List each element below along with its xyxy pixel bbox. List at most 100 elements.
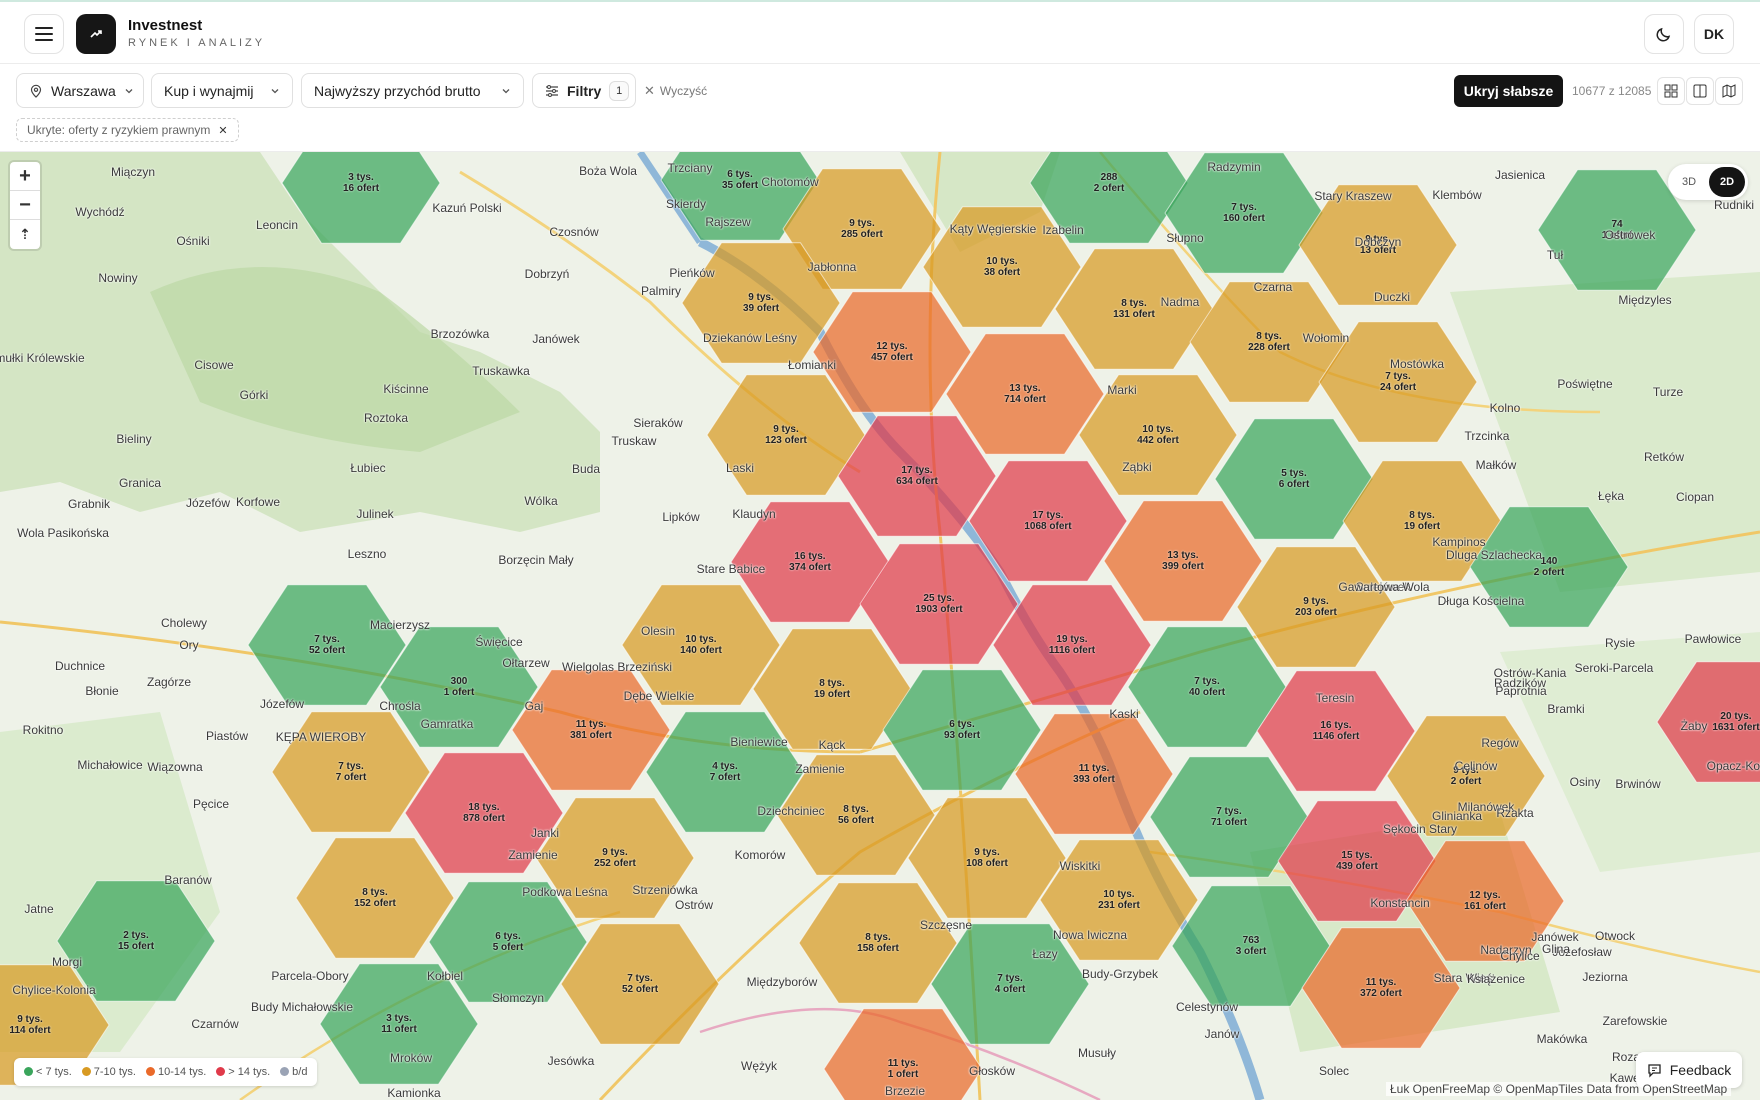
place-label: Łomianki bbox=[787, 358, 837, 372]
hex-price: 288 bbox=[1100, 172, 1118, 183]
hex-offers: 52 ofert bbox=[621, 984, 659, 995]
place-label: Michałowice bbox=[77, 758, 143, 772]
place-label: Jabłonna bbox=[807, 260, 857, 274]
map-view-button[interactable] bbox=[1715, 77, 1743, 105]
theme-toggle-button[interactable] bbox=[1644, 14, 1684, 54]
hex-cell-label: 8 tys. 56 ofert bbox=[838, 804, 874, 826]
place-label: Brwinów bbox=[1615, 777, 1661, 791]
hex-price: 10 tys. bbox=[1103, 889, 1135, 900]
hide-weaker-button[interactable]: Ukryj słabsze bbox=[1454, 75, 1563, 107]
hex-price: 7 tys. bbox=[1385, 371, 1411, 382]
hex-cell-label: 8 tys. 131 ofert bbox=[1113, 298, 1155, 320]
hex-offers: 19 ofert bbox=[813, 689, 851, 700]
hex-price: 7 tys. bbox=[1216, 806, 1242, 817]
hex-offers: 152 ofert bbox=[354, 898, 396, 909]
hex-offers: 71 ofert bbox=[1210, 817, 1248, 828]
hex-cell-label: 10 tys. 231 ofert bbox=[1098, 889, 1140, 911]
legend-label: 10-14 tys. bbox=[157, 1066, 207, 1078]
city-select[interactable]: Warszawa bbox=[16, 73, 144, 108]
hex-offers: 161 ofert bbox=[1464, 901, 1506, 912]
menu-button[interactable] bbox=[24, 14, 64, 54]
result-count: 10677 z 12085 bbox=[1572, 84, 1652, 98]
filters-button[interactable]: Filtry 1 bbox=[532, 73, 636, 108]
hex-cell-label: 8 tys. 152 ofert bbox=[354, 887, 396, 909]
hex-offers: 52 ofert bbox=[308, 645, 346, 656]
map-attribution[interactable]: Łuk OpenFreeMap © OpenMapTiles Data from… bbox=[1386, 1082, 1732, 1096]
hex-offers: 1903 ofert bbox=[915, 604, 963, 615]
legend-item: > 14 tys. bbox=[216, 1066, 270, 1078]
hex-cell-label: 7 tys. 4 ofert bbox=[995, 973, 1026, 995]
hex-cell-label: 11 tys. 372 ofert bbox=[1360, 977, 1402, 999]
mode-3d-button[interactable]: 3D bbox=[1671, 167, 1707, 197]
place-label: Tuł bbox=[1546, 248, 1564, 262]
compass-button[interactable]: ⇡ bbox=[10, 220, 40, 249]
zoom-out-button[interactable]: − bbox=[10, 191, 40, 220]
hex-offers: 24 ofert bbox=[1379, 382, 1417, 393]
place-label: Granica bbox=[118, 476, 162, 490]
hex-price: 17 tys. bbox=[901, 465, 933, 476]
place-label: Ząbki bbox=[1122, 460, 1152, 474]
place-label: Kamionka bbox=[387, 1086, 441, 1100]
place-label: Kampinos bbox=[1432, 535, 1486, 549]
place-label: Klaudyn bbox=[732, 507, 776, 521]
place-label: Ciopan bbox=[1675, 490, 1715, 504]
place-label: Wólka bbox=[524, 494, 558, 508]
hidden-filter-chip[interactable]: Ukryte: oferty z ryzykiem prawnym ✕ bbox=[16, 118, 239, 142]
hex-offers: 203 ofert bbox=[1295, 607, 1337, 618]
hex-offers: 439 ofert bbox=[1336, 861, 1378, 872]
place-label: Roztoka bbox=[363, 411, 409, 425]
strategy-select-value: Kup i wynajmij bbox=[164, 82, 254, 99]
place-label: Palmiry bbox=[640, 284, 682, 298]
place-label: Komorów bbox=[734, 848, 786, 862]
feedback-label: Feedback bbox=[1669, 1062, 1732, 1078]
place-label: Ostrów-Kania bbox=[1493, 666, 1567, 680]
place-label: Stary Kraszew bbox=[1314, 189, 1392, 203]
hex-price: 11 tys. bbox=[1078, 763, 1110, 774]
hex-offers: 140 ofert bbox=[680, 645, 722, 656]
hex-offers: 15 ofert bbox=[117, 941, 155, 952]
app-logo[interactable] bbox=[76, 14, 116, 54]
hex-offers: 285 ofert bbox=[841, 229, 883, 240]
place-label: Paprotnia bbox=[1495, 684, 1547, 698]
place-label: Glina bbox=[1541, 942, 1571, 956]
hex-offers: 2 ofert bbox=[1533, 567, 1565, 578]
menu-icon bbox=[35, 27, 53, 41]
hex-cell-label: 8 tys. 158 ofert bbox=[857, 932, 899, 954]
legend-item: b/d bbox=[280, 1066, 307, 1078]
mode-2d-button[interactable]: 2D bbox=[1709, 167, 1745, 197]
zoom-in-button[interactable]: + bbox=[10, 162, 40, 191]
hex-price: 8 tys. bbox=[843, 804, 869, 815]
hex-cell-label: 7 tys. 40 ofert bbox=[1189, 676, 1225, 698]
hex-offers: 372 ofert bbox=[1360, 988, 1402, 999]
place-label: Seroki-Parcela bbox=[1574, 661, 1654, 675]
hex-price: 9 tys. bbox=[602, 847, 628, 858]
grid-view-button[interactable] bbox=[1657, 77, 1685, 105]
clear-filters-button[interactable]: ✕ Wyczyść bbox=[644, 83, 707, 99]
place-label: Gawartowa Wola bbox=[1338, 580, 1430, 594]
hex-cell-label: 7 tys. 24 ofert bbox=[1380, 371, 1416, 393]
map-canvas[interactable]: 3 tys. 16 ofert 6 tys. 35 ofert 9 tys. 285 of… bbox=[0, 152, 1760, 1100]
place-label: Rzakta bbox=[1496, 806, 1534, 820]
place-label: Nowa Iwiczna bbox=[1052, 928, 1128, 942]
hex-cell-label: 12 tys. 457 ofert bbox=[871, 341, 913, 363]
hex-cell-label: 4 tys. 7 ofert bbox=[710, 761, 741, 783]
hex-cell-label: 8 tys. 19 ofert bbox=[1404, 510, 1440, 532]
hex-cell-label: 7 tys. 71 ofert bbox=[1211, 806, 1247, 828]
place-label: Wiązowna bbox=[147, 760, 203, 774]
grid-icon bbox=[1664, 84, 1678, 98]
place-label: Dluga Szlachecka bbox=[1445, 548, 1543, 562]
hex-offers: 457 ofert bbox=[871, 352, 913, 363]
place-label: Poświętne bbox=[1557, 377, 1613, 391]
hex-offers: 634 ofert bbox=[896, 476, 938, 487]
place-label: KĘPA WIEROBY bbox=[275, 730, 367, 744]
sort-select[interactable]: Najwyższy przychód brutto bbox=[301, 73, 524, 108]
user-avatar[interactable]: DK bbox=[1694, 14, 1734, 54]
place-label: Dziekanów Leśny bbox=[702, 331, 798, 345]
split-view-button[interactable] bbox=[1686, 77, 1714, 105]
place-label: Lipków bbox=[662, 510, 700, 524]
place-label: Małków bbox=[1475, 458, 1517, 472]
hex-offers: 714 ofert bbox=[1004, 394, 1046, 405]
place-label: Musuły bbox=[1077, 1046, 1117, 1060]
close-icon[interactable]: ✕ bbox=[218, 124, 227, 137]
strategy-select[interactable]: Kup i wynajmij bbox=[151, 73, 293, 108]
